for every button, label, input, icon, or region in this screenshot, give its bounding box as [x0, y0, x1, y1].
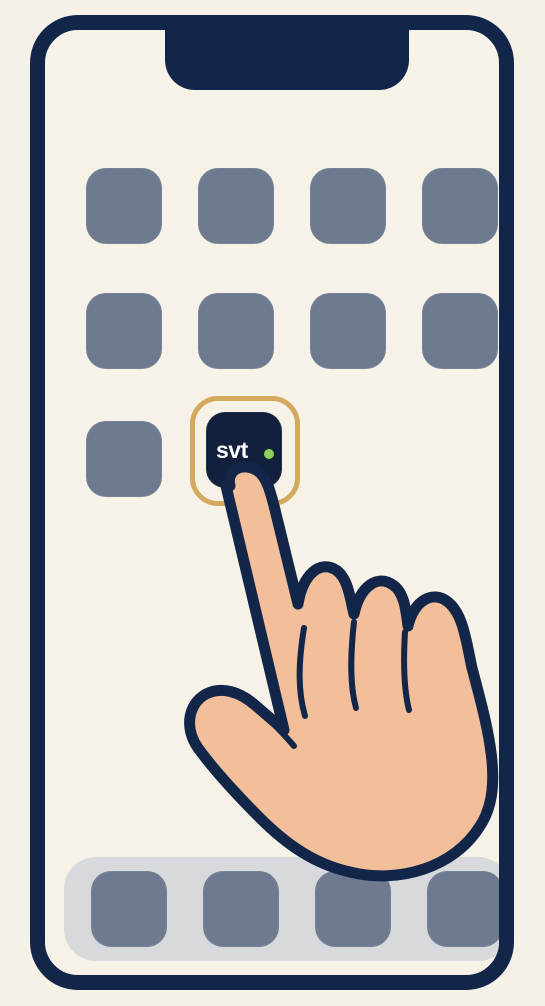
- svt-app-label: svt: [216, 437, 248, 463]
- app-icon-row2-col4[interactable]: [422, 293, 498, 369]
- dock-app-icon-4[interactable]: [427, 871, 499, 947]
- app-icon-row1-col2[interactable]: [198, 168, 274, 244]
- app-icon-row1-col1[interactable]: [86, 168, 162, 244]
- illustration-stage: svt: [0, 0, 545, 1006]
- app-icon-row2-col2[interactable]: [198, 293, 274, 369]
- svt-app-icon[interactable]: svt: [206, 412, 282, 488]
- app-icon-row3-col1[interactable]: [86, 421, 162, 497]
- dock-app-icon-3[interactable]: [315, 871, 391, 947]
- svt-green-dot: [264, 449, 274, 459]
- dock-app-icon-2[interactable]: [203, 871, 279, 947]
- app-icon-row1-col4[interactable]: [422, 168, 498, 244]
- dock-app-icon-1[interactable]: [91, 871, 167, 947]
- app-icon-row2-col3[interactable]: [310, 293, 386, 369]
- app-dock: [64, 857, 499, 961]
- app-icon-row2-col1[interactable]: [86, 293, 162, 369]
- phone-notch: [165, 30, 409, 90]
- phone-frame: svt: [30, 15, 514, 990]
- app-icon-row1-col3[interactable]: [310, 168, 386, 244]
